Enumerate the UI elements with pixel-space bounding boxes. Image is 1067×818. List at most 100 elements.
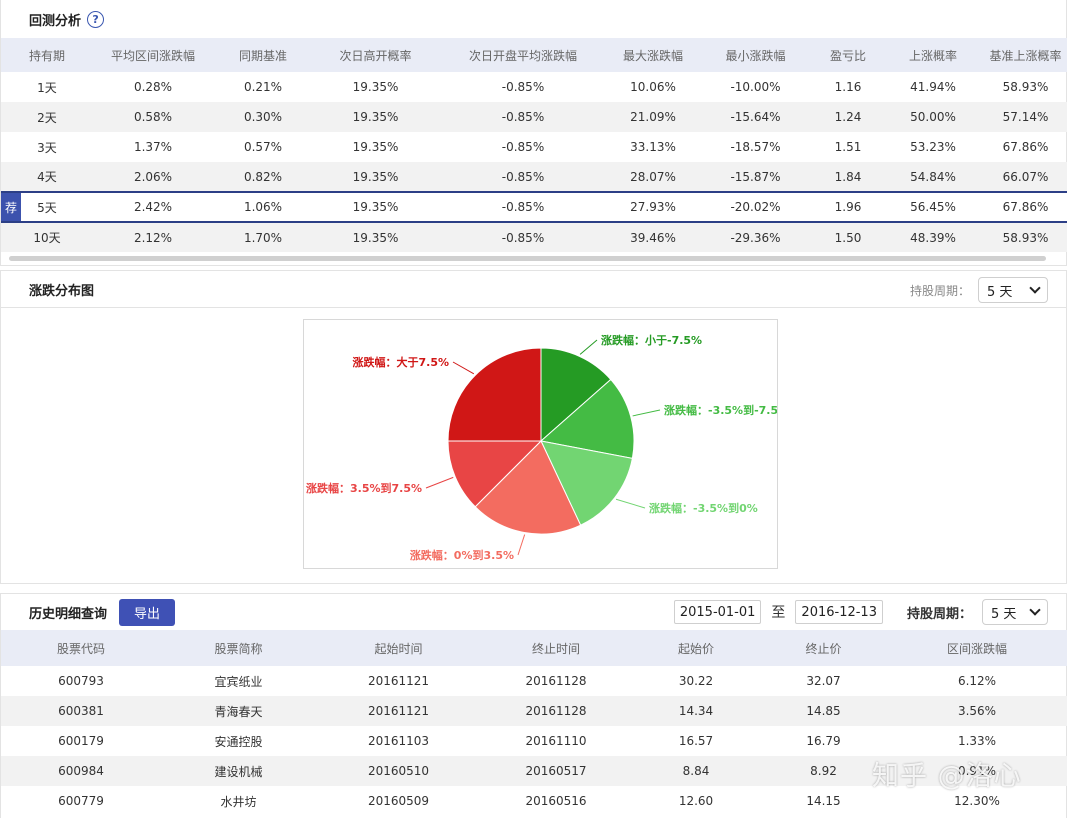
history-cell: 20160509	[367, 794, 430, 808]
backtest-cell: 1.06%	[213, 191, 313, 223]
col-header[interactable]: 终止价	[761, 630, 886, 666]
backtest-cell: 19.35%	[313, 191, 438, 223]
col-header[interactable]: 次日开盘平均涨跌幅	[438, 38, 608, 72]
backtest-cell: 56.45%	[883, 191, 983, 223]
col-header[interactable]: 基准上涨概率	[983, 38, 1067, 72]
history-cell: 20161103	[367, 734, 430, 748]
start-date-input[interactable]: 2015-01-01	[673, 600, 762, 624]
history-cell: 32.07	[806, 674, 841, 688]
col-header[interactable]: 最大涨跌幅	[608, 38, 698, 72]
backtest-cell: 66.07%	[983, 162, 1067, 192]
backtest-row[interactable]: 2天 0.58% 0.30% 19.35% -0.85% 21.09% -15.64% 1.2…	[1, 102, 1067, 132]
question-circle-icon[interactable]: ?	[87, 10, 105, 28]
backtest-cell: -0.85%	[438, 222, 608, 252]
period-select[interactable]: 5 天	[978, 277, 1048, 303]
backtest-cell: 50.00%	[883, 102, 983, 132]
to-label: 至	[771, 605, 786, 621]
backtest-cell: 19.35%	[313, 162, 438, 192]
backtest-cell: 1天	[37, 80, 57, 95]
backtest-cell: 0.82%	[213, 162, 313, 192]
backtest-cell: 54.84%	[883, 162, 983, 192]
backtest-cell: 41.94%	[910, 80, 956, 94]
backtest-cell: 48.39%	[883, 222, 983, 252]
pie-slice-label: 涨跌幅：-3.5%到-7.5%	[664, 403, 778, 417]
history-cell: 20161128	[525, 674, 587, 688]
col-header[interactable]: 股票简称	[161, 630, 316, 666]
backtest-cell: 1.16	[834, 80, 862, 94]
history-cell: 600793	[58, 674, 104, 688]
end-date-input[interactable]: 2016-12-13	[795, 600, 883, 624]
col-header[interactable]: 上涨概率	[883, 38, 983, 72]
backtest-row[interactable]: 10天 2.12% 1.70% 19.35% -0.85% 39.46% -29.36% 1.…	[1, 222, 1067, 252]
backtest-cell: 0.21%	[243, 80, 283, 94]
history-cell: 16.57	[678, 734, 714, 748]
col-header[interactable]: 终止时间	[481, 630, 631, 666]
history-cell: 30.22	[678, 674, 714, 688]
stock-name-link[interactable]: 安通控股	[161, 726, 316, 756]
period-value: 5 天	[987, 284, 1013, 300]
col-header[interactable]: 同期基准	[213, 38, 313, 72]
backtest-row[interactable]: 4天 2.06% 0.82% 19.35% -0.85% 28.07% -15.87% 1.8…	[1, 162, 1067, 192]
backtest-title: 回测分析	[29, 13, 82, 29]
chevron-down-icon	[1029, 282, 1041, 294]
backtest-cell: 1.51	[834, 140, 862, 154]
pie-leader-line	[579, 339, 598, 355]
pie-slice-label: 涨跌幅：3.5%到7.5%	[306, 481, 422, 495]
backtest-cell: 33.13%	[630, 140, 676, 154]
backtest-cell: 1.70%	[213, 222, 313, 252]
backtest-row[interactable]: 3天 1.37% 0.57% 19.35% -0.85% 33.13% -18.57% 1.5…	[1, 132, 1067, 162]
backtest-cell: 荐 5天	[1, 191, 93, 223]
backtest-cell: 0.57%	[243, 140, 283, 154]
backtest-cell: -0.85%	[501, 140, 545, 154]
col-header[interactable]: 盈亏比	[813, 38, 883, 72]
backtest-cell: 1.37%	[133, 140, 173, 154]
backtest-cell: 27.93%	[608, 191, 698, 223]
backtest-cell: 2.42%	[93, 191, 213, 223]
backtest-cell: 0.58%	[93, 102, 213, 132]
col-header[interactable]: 最小涨跌幅	[698, 38, 813, 72]
table-row[interactable]: 600381 青海春天 20161121 20161128 14.34 14.85 3.56…	[1, 696, 1067, 726]
col-header[interactable]: 次日高开概率	[313, 38, 438, 72]
stock-name-link[interactable]: 建设机械	[161, 756, 316, 786]
history-cell: 14.34	[631, 696, 761, 726]
export-button[interactable]: 导出	[119, 598, 176, 626]
chevron-down-icon	[1029, 604, 1041, 616]
backtest-cell: -18.57%	[730, 140, 781, 154]
stock-name-link[interactable]: 水井坊	[161, 786, 316, 816]
col-header[interactable]: 股票代码	[1, 630, 161, 666]
table-row[interactable]: 600793 宜宾纸业 20161121 20161128 30.22 32.07 6.12…	[1, 666, 1067, 696]
col-header[interactable]: 平均区间涨跌幅	[93, 38, 213, 72]
stock-name-link[interactable]: 宜宾纸业	[161, 666, 316, 696]
history-cell: 8.84	[631, 756, 761, 786]
backtest-cell: -0.85%	[438, 191, 608, 223]
col-header[interactable]: 起始时间	[316, 630, 481, 666]
backtest-cell: 19.35%	[313, 222, 438, 252]
pie-slice[interactable]	[447, 347, 542, 442]
backtest-cell: 3天	[37, 140, 57, 155]
backtest-row[interactable]: 1天 0.28% 0.21% 19.35% -0.85% 10.06% -10.00% 1.1…	[1, 72, 1067, 102]
backtest-cell: 19.35%	[352, 80, 399, 94]
backtest-cell: 67.86%	[1002, 140, 1049, 154]
table-row[interactable]: 600179 安通控股 20161103 20161110 16.57 16.79 1.33…	[1, 726, 1067, 756]
distribution-header: 涨跌分布图	[1, 271, 1066, 308]
backtest-cell: -0.85%	[438, 102, 608, 132]
horizontal-scrollbar[interactable]	[9, 256, 1046, 261]
history-cell: 600381	[1, 696, 161, 726]
period-label: 持股周期：	[909, 283, 970, 298]
stock-name-link[interactable]: 青海春天	[161, 696, 316, 726]
date-range-control: 2015-01-01 至 2016-12-13 持股周期： 5 天	[673, 599, 1048, 625]
backtest-cell: -20.02%	[698, 191, 813, 223]
hold-period-select[interactable]: 5 天	[982, 599, 1048, 625]
backtest-cell: -15.64%	[698, 102, 813, 132]
col-header[interactable]: 起始价	[631, 630, 761, 666]
col-header[interactable]: 区间涨跌幅	[886, 630, 1067, 666]
history-cell: 600179	[58, 734, 104, 748]
pie-slice-label: 涨跌幅：大于7.5%	[352, 355, 449, 369]
col-header[interactable]: 持有期	[1, 38, 93, 72]
backtest-cell: 0.30%	[213, 102, 313, 132]
pie-leader-line	[517, 534, 526, 556]
backtest-cell-text: 5天	[37, 200, 57, 215]
watermark: 知乎 @洛心	[872, 761, 1022, 792]
backtest-row[interactable]: 荐 5天 2.42% 1.06% 19.35% -0.85% 27.93% -20.02% 1.…	[1, 191, 1067, 223]
pie-chart-box: 涨跌幅：小于-7.5% 涨跌幅：-3.5%到-7.5% 涨跌幅：-3.5%到0% 涨跌…	[303, 319, 778, 569]
